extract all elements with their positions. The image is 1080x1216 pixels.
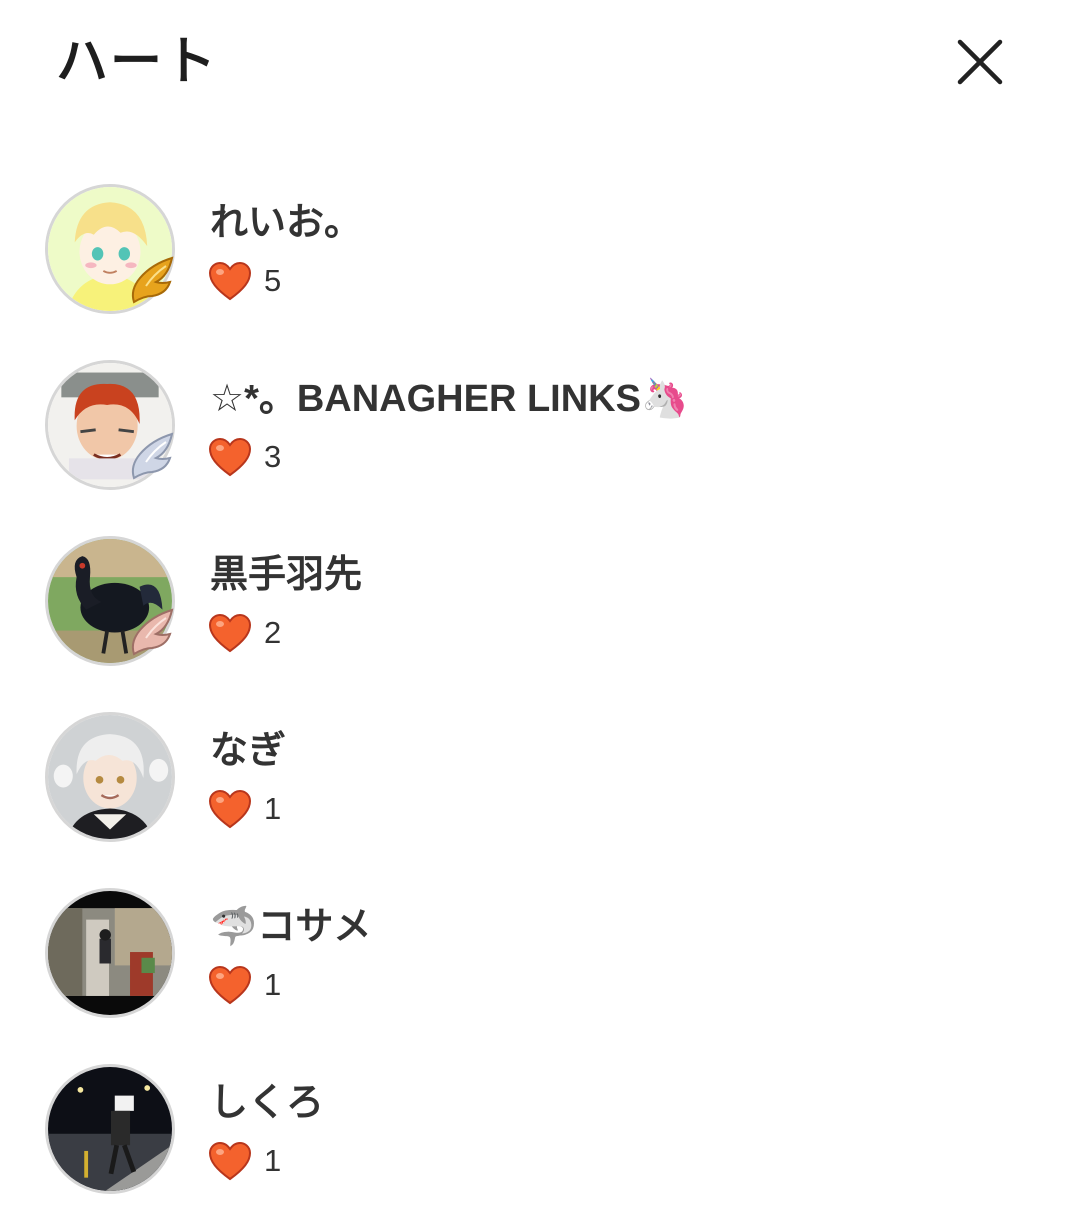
heart-icon — [208, 1141, 252, 1181]
avatar[interactable] — [45, 712, 175, 842]
close-button[interactable] — [950, 32, 1010, 92]
heart-count: 1 — [208, 786, 281, 832]
heart-icon — [208, 613, 252, 653]
list-item[interactable]: 黒手羽先 2 — [0, 512, 1080, 688]
user-name[interactable]: れいお。 — [210, 198, 362, 248]
heart-count: 1 — [208, 962, 281, 1008]
list-item[interactable]: しくろ 1 — [0, 1040, 1080, 1216]
user-name[interactable]: ☆*。BANAGHER LINKS🦄 — [210, 374, 688, 424]
heart-count-value: 1 — [264, 791, 282, 826]
close-icon — [957, 39, 1003, 85]
list-item[interactable]: なぎ 1 — [0, 688, 1080, 864]
heart-count: 1 — [208, 1138, 281, 1184]
wing-badge-icon — [131, 256, 174, 304]
user-name[interactable]: 🦈コサメ — [210, 902, 371, 952]
heart-count-value: 1 — [264, 1143, 282, 1178]
heart-icon — [208, 789, 252, 829]
user-name[interactable]: しくろ — [210, 1078, 324, 1128]
heart-icon — [208, 965, 252, 1005]
heart-count: 2 — [208, 610, 281, 656]
heart-count: 3 — [208, 434, 281, 480]
list-item[interactable]: ☆*。BANAGHER LINKS🦄 3 — [0, 336, 1080, 512]
list-item[interactable]: れいお。 5 — [0, 160, 1080, 336]
heart-icon — [208, 437, 252, 477]
list-item[interactable]: 🦈コサメ 1 — [0, 864, 1080, 1040]
heart-count-value: 5 — [264, 263, 282, 298]
heart-icon — [208, 261, 252, 301]
heart-count: 5 — [208, 258, 281, 304]
heart-count-value: 3 — [264, 439, 282, 474]
wing-badge-icon — [131, 608, 174, 656]
heart-count-value: 1 — [264, 967, 282, 1002]
wing-badge-icon — [131, 432, 174, 480]
avatar[interactable] — [45, 888, 175, 1018]
dialog-header: ハート — [0, 0, 1080, 130]
avatar[interactable] — [45, 1064, 175, 1194]
heart-count-value: 2 — [264, 615, 282, 650]
page-title: ハート — [56, 33, 219, 91]
user-name[interactable]: なぎ — [210, 726, 286, 776]
user-name[interactable]: 黒手羽先 — [210, 550, 362, 600]
